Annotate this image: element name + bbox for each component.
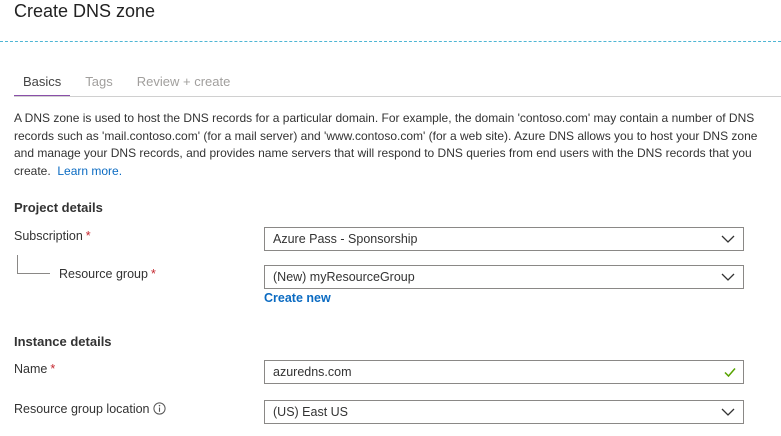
required-marker: * [150,267,156,281]
chevron-down-icon [721,273,735,281]
name-input[interactable]: azuredns.com [264,360,744,384]
tab-divider [14,96,781,97]
learn-more-link[interactable]: Learn more. [57,164,122,178]
tab-bar: Basics Tags Review + create [14,73,245,97]
location-value: (US) East US [273,405,349,419]
create-new-link[interactable]: Create new [264,291,331,305]
info-icon[interactable] [152,402,166,415]
tab-basics[interactable]: Basics [14,73,71,97]
checkmark-icon [724,368,736,378]
tree-connector [17,255,50,274]
header-divider [0,41,781,42]
tab-tags[interactable]: Tags [76,73,121,97]
instance-details-heading: Instance details [14,334,112,349]
description-text: A DNS zone is used to host the DNS recor… [14,111,758,178]
name-label-text: Name [14,362,48,376]
project-details-heading: Project details [14,200,103,215]
page-title: Create DNS zone [14,1,156,21]
location-label-text: Resource group location [14,402,150,416]
resource-group-value: (New) myResourceGroup [273,270,415,284]
chevron-down-icon [721,235,735,243]
required-marker: * [85,229,91,243]
chevron-down-icon [721,408,735,416]
name-label: Name * [14,362,55,376]
subscription-value: Azure Pass - Sponsorship [273,232,418,246]
tab-review-create[interactable]: Review + create [128,73,240,97]
subscription-label: Subscription * [14,229,91,243]
resource-group-label: Resource group * [59,267,156,281]
resource-group-dropdown[interactable]: (New) myResourceGroup [264,265,744,289]
location-dropdown[interactable]: (US) East US [264,400,744,424]
subscription-label-text: Subscription [14,229,83,243]
description: A DNS zone is used to host the DNS recor… [14,110,774,180]
required-marker: * [50,362,56,376]
subscription-dropdown[interactable]: Azure Pass - Sponsorship [264,227,744,251]
resource-group-label-text: Resource group [59,267,148,281]
location-label: Resource group location [14,402,166,416]
name-value: azuredns.com [273,365,352,379]
